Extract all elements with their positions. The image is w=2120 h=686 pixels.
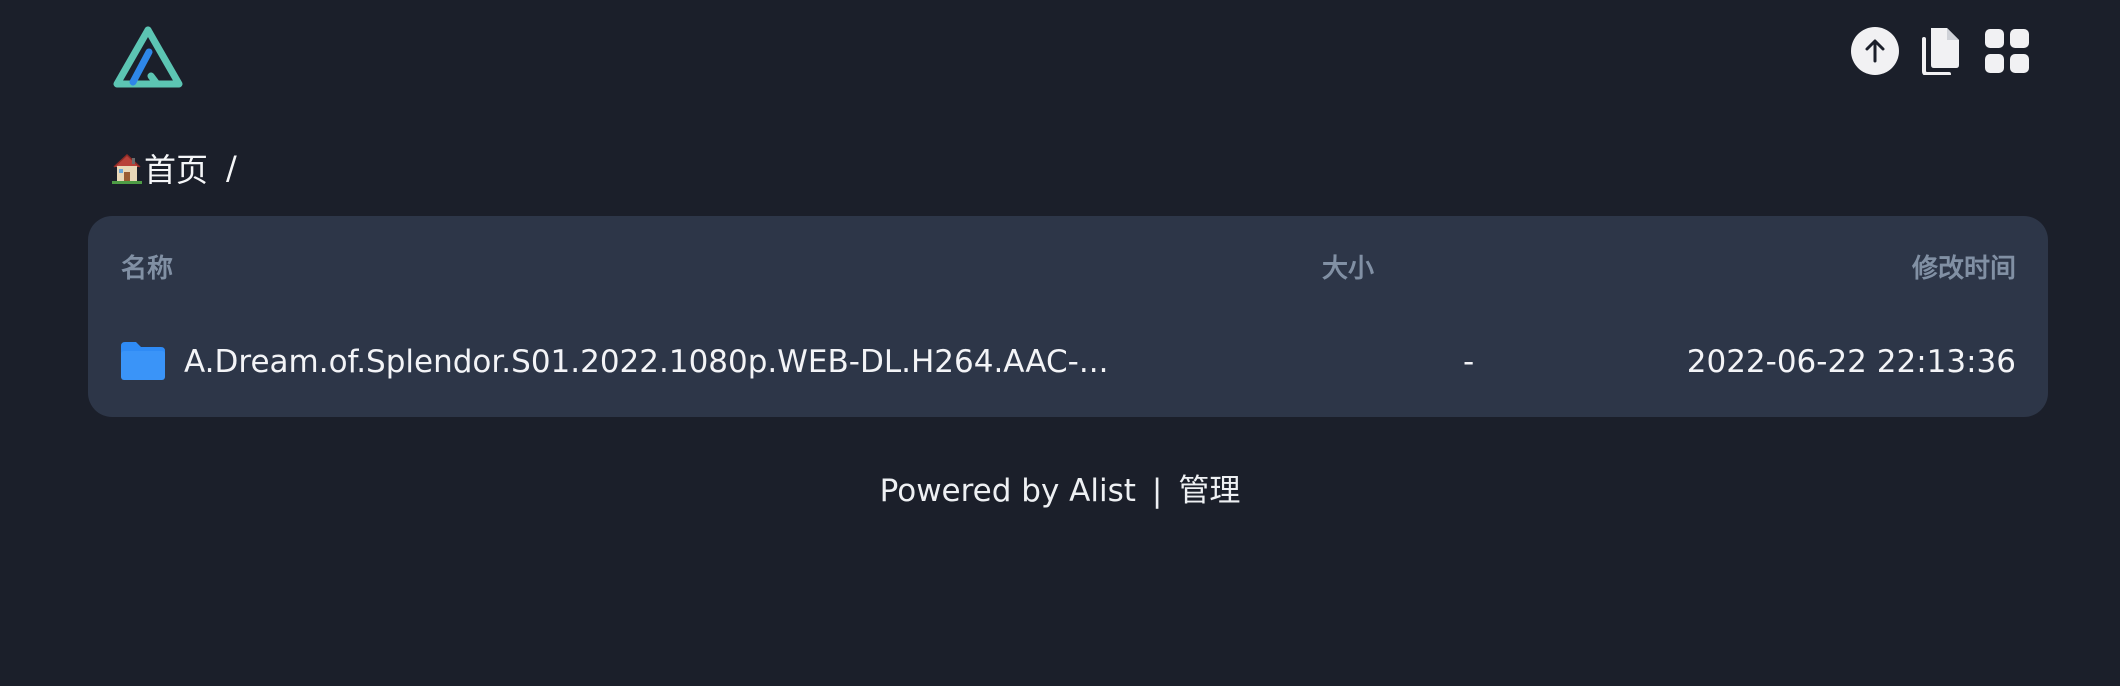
admin-link[interactable]: 管理 bbox=[1178, 473, 1240, 509]
column-header-modified[interactable]: 修改时间 bbox=[1912, 252, 2016, 286]
file-modified-time: 2022-06-22 22:13:36 bbox=[1686, 344, 2016, 380]
copy-button[interactable] bbox=[1916, 26, 1966, 76]
breadcrumb-separator: / bbox=[226, 149, 237, 187]
file-name[interactable]: A.Dream.of.Splendor.S01.2022.1080p.WEB-D… bbox=[184, 342, 1108, 382]
alist-logo[interactable] bbox=[111, 26, 185, 90]
powered-by-link[interactable]: Powered by Alist bbox=[880, 473, 1136, 509]
file-size: - bbox=[1463, 344, 1475, 380]
footer: Powered by Alist | 管理 bbox=[0, 469, 2120, 513]
column-header-name[interactable]: 名称 bbox=[121, 252, 173, 286]
footer-separator: | bbox=[1151, 473, 1163, 509]
top-bar bbox=[0, 0, 2120, 110]
home-icon bbox=[112, 152, 142, 184]
breadcrumb: 首页 / bbox=[112, 146, 237, 190]
column-header-size[interactable]: 大小 bbox=[1322, 252, 1374, 286]
toolbar bbox=[1850, 26, 2032, 76]
breadcrumb-home-link[interactable]: 首页 bbox=[144, 145, 208, 191]
grid-view-button[interactable] bbox=[1982, 26, 2032, 76]
file-row[interactable]: A.Dream.of.Splendor.S01.2022.1080p.WEB-D… bbox=[88, 330, 2048, 394]
arrow-up-circle-icon bbox=[1851, 27, 1899, 75]
grid-view-icon bbox=[1985, 29, 2029, 73]
back-to-top-button[interactable] bbox=[1850, 26, 1900, 76]
folder-icon bbox=[121, 342, 165, 380]
copy-files-icon bbox=[1922, 28, 1959, 75]
